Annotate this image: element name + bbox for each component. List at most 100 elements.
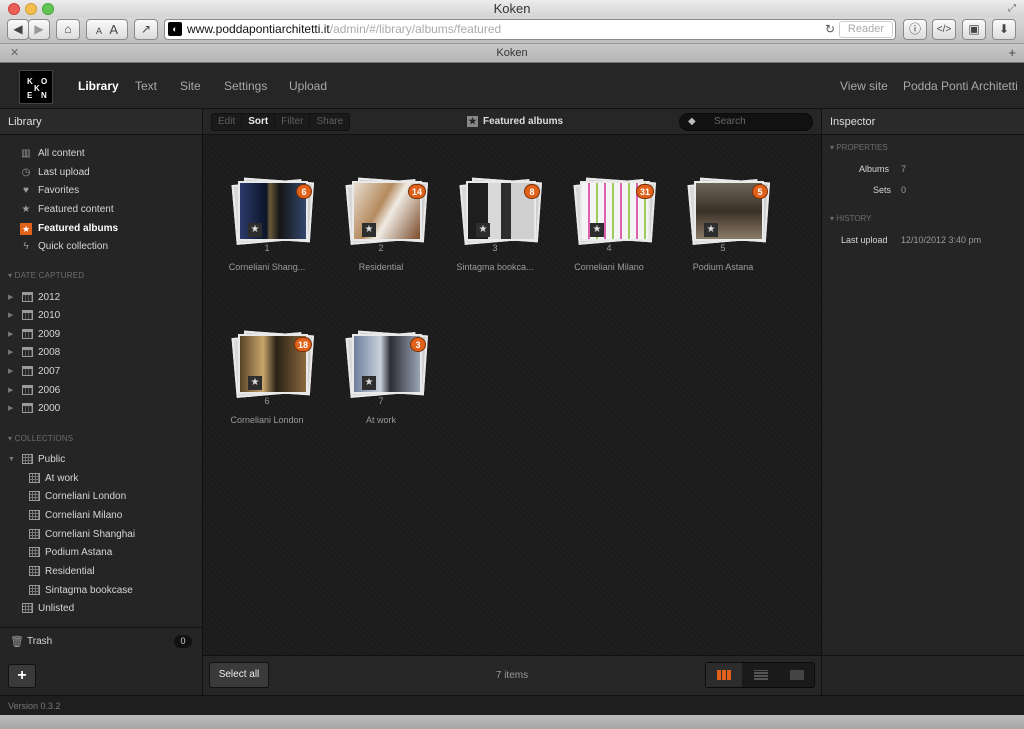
sidebar-item-quick-collection[interactable]: ϟ Quick collection <box>0 238 202 256</box>
fullscreen-icon[interactable]: ⤢ <box>1008 0 1016 18</box>
feature-star-icon[interactable]: ★ <box>362 223 376 237</box>
year-item[interactable]: ▶ 2008 <box>0 344 202 362</box>
album-name[interactable]: Podium Astana <box>666 262 780 272</box>
date-captured-header[interactable]: ▾ DATE CAPTURED <box>8 271 84 280</box>
album-name[interactable]: Corneliani Shang... <box>210 262 324 272</box>
expand-arrow-icon[interactable]: ▶ <box>8 326 13 344</box>
feature-star-icon[interactable]: ★ <box>362 376 376 390</box>
text-smaller-button[interactable]: A <box>96 26 102 36</box>
nav-library[interactable]: Library <box>78 63 119 109</box>
nav-settings[interactable]: Settings <box>224 63 267 109</box>
album-name[interactable]: Corneliani Milano <box>552 262 666 272</box>
grid-view-button[interactable] <box>706 663 742 687</box>
sidebar-item-featured-albums[interactable]: ★ Featured albums <box>0 220 202 238</box>
nav-text[interactable]: Text <box>135 63 157 109</box>
site-name-link[interactable]: Podda Ponti Architetti <box>903 63 1018 109</box>
forward-button[interactable]: ▶ <box>28 19 50 40</box>
expand-arrow-icon[interactable]: ▶ <box>8 382 13 400</box>
feature-star-icon[interactable]: ★ <box>476 223 490 237</box>
album-card[interactable]: 31 ★ 4 Corneliani Milano <box>552 165 666 305</box>
album-thumbnail[interactable]: 6 ★ <box>231 177 316 245</box>
new-tab-button[interactable]: + <box>1008 44 1016 62</box>
album-thumbnail[interactable]: 5 ★ <box>687 177 772 245</box>
developer-button[interactable]: </> <box>932 19 956 40</box>
album-card[interactable]: 3 ★ 7 At work <box>324 318 438 458</box>
album-thumbnail[interactable]: 31 ★ <box>573 177 658 245</box>
album-item[interactable]: Podium Astana <box>0 544 202 562</box>
album-card[interactable]: 6 ★ 1 Corneliani Shang... <box>210 165 324 305</box>
album-thumbnail[interactable]: 14 ★ <box>345 177 430 245</box>
year-item[interactable]: ▶ 2009 <box>0 326 202 344</box>
expand-arrow-icon[interactable]: ▶ <box>8 307 13 325</box>
expand-arrow-icon[interactable]: ▶ <box>8 400 13 418</box>
collapse-arrow-icon[interactable]: ▼ <box>8 451 15 469</box>
album-card[interactable]: 5 ★ 5 Podium Astana <box>666 165 780 305</box>
sidebar-item-favorites[interactable]: ♥ Favorites <box>0 182 202 200</box>
album-name[interactable]: At work <box>324 415 438 425</box>
view-site-link[interactable]: View site <box>840 63 888 109</box>
album-item[interactable]: Corneliani Shanghai <box>0 526 202 544</box>
year-item[interactable]: ▶ 2000 <box>0 400 202 418</box>
album-card[interactable]: 18 ★ 6 Corneliani London <box>210 318 324 458</box>
koken-logo[interactable]: K O K E N <box>19 70 53 104</box>
text-size-buttons[interactable]: A A <box>86 19 128 40</box>
list-view-button[interactable] <box>743 663 779 687</box>
home-button[interactable]: ⌂ <box>56 19 80 40</box>
expand-arrow-icon[interactable]: ▶ <box>8 344 13 362</box>
share-button[interactable]: Share <box>310 114 349 130</box>
feature-star-icon[interactable]: ★ <box>704 223 718 237</box>
downloads-button[interactable]: ⬇ <box>992 19 1016 40</box>
feature-star-icon[interactable]: ★ <box>248 223 262 237</box>
album-thumbnail[interactable]: 18 ★ <box>231 330 316 398</box>
nav-site[interactable]: Site <box>180 63 201 109</box>
expand-arrow-icon[interactable]: ▶ <box>8 363 13 381</box>
history-header[interactable]: ▾ HISTORY <box>830 214 872 223</box>
search-input[interactable]: ◆ Search <box>679 113 813 131</box>
feature-star-icon[interactable]: ★ <box>248 376 262 390</box>
album-card[interactable]: 8 ★ 3 Sintagma bookca... <box>438 165 552 305</box>
album-item[interactable]: Corneliani Milano <box>0 507 202 525</box>
collection-unlisted[interactable]: Unlisted <box>0 600 202 618</box>
album-thumbnail[interactable]: 8 ★ <box>459 177 544 245</box>
close-window-button[interactable] <box>8 3 20 15</box>
filter-button[interactable]: Filter <box>275 114 311 130</box>
share-button[interactable]: ↗ <box>134 19 158 40</box>
album-thumbnail[interactable]: 3 ★ <box>345 330 430 398</box>
detail-view-button[interactable] <box>779 663 815 687</box>
album-name[interactable]: Corneliani London <box>210 415 324 425</box>
trash-item[interactable]: 🗑 Trash 0 <box>0 627 202 655</box>
album-item[interactable]: At work <box>0 470 202 488</box>
tag-icon[interactable]: ◆ <box>688 114 696 130</box>
year-item[interactable]: ▶ 2006 <box>0 382 202 400</box>
album-item[interactable]: Sintagma bookcase <box>0 582 202 600</box>
year-item[interactable]: ▶ 2010 <box>0 307 202 325</box>
year-item[interactable]: ▶ 2007 <box>0 363 202 381</box>
screenshot-button[interactable]: ▣ <box>962 19 986 40</box>
text-larger-button[interactable]: A <box>109 22 118 37</box>
album-card[interactable]: 14 ★ 2 Residential <box>324 165 438 305</box>
expand-arrow-icon[interactable]: ▶ <box>8 289 13 307</box>
back-button[interactable]: ◀ <box>7 19 29 40</box>
album-name[interactable]: Residential <box>324 262 438 272</box>
sort-button[interactable]: Sort <box>242 114 276 130</box>
collections-header[interactable]: ▾ COLLECTIONS <box>8 434 73 443</box>
select-all-button[interactable]: Select all <box>209 662 269 688</box>
year-item[interactable]: ▶ 2012 <box>0 289 202 307</box>
zoom-window-button[interactable] <box>42 3 54 15</box>
album-item[interactable]: Corneliani London <box>0 488 202 506</box>
minimize-window-button[interactable] <box>25 3 37 15</box>
collection-public[interactable]: ▼ Public <box>0 451 202 469</box>
reader-button[interactable]: Reader <box>838 21 893 38</box>
info-button[interactable]: ⓘ <box>903 19 927 40</box>
address-bar[interactable]: ◐ www.poddapontiarchitetti.it/admin/#/li… <box>164 19 896 40</box>
add-collection-button[interactable]: + <box>8 664 36 688</box>
sidebar-item-all-content[interactable]: ▥ All content <box>0 145 202 163</box>
properties-header[interactable]: ▾ PROPERTIES <box>830 143 888 152</box>
edit-button[interactable]: Edit <box>212 114 243 130</box>
tab-koken[interactable]: Koken <box>496 47 527 59</box>
album-name[interactable]: Sintagma bookca... <box>438 262 552 272</box>
close-tab-icon[interactable]: ✕ <box>10 44 19 62</box>
sidebar-item-featured-content[interactable]: ★ Featured content <box>0 201 202 219</box>
nav-upload[interactable]: Upload <box>289 63 327 109</box>
album-item[interactable]: Residential <box>0 563 202 581</box>
